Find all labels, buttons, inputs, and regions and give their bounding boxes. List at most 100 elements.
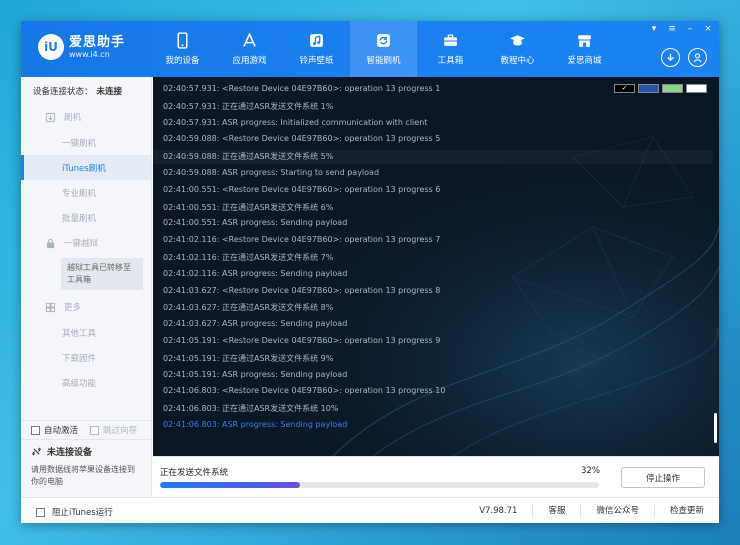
log-line: 02:40:59.088: 正在通过ASR发送文件系统 5% bbox=[163, 152, 334, 162]
flash-icon bbox=[377, 34, 390, 47]
color-swatches: ✓ bbox=[614, 84, 707, 93]
log-line: 02:40:57.931: ASR progress: Initialized … bbox=[163, 117, 428, 127]
log-pane: 02:40:57.931: <Restore Device 04E97B60>:… bbox=[153, 77, 719, 456]
settings-menu-button[interactable]: ≡ bbox=[667, 24, 677, 34]
swatch-white[interactable] bbox=[686, 84, 707, 93]
music-icon bbox=[310, 34, 323, 47]
check-update-link[interactable]: 检查更新 bbox=[653, 504, 719, 518]
log-line: 02:41:06.803: <Restore Device 04E97B60>:… bbox=[163, 386, 446, 396]
log-line: 02:40:57.931: 正在通过ASR发送文件系统 1% bbox=[163, 101, 334, 111]
app-name: 爱思助手 bbox=[69, 34, 126, 50]
minimize-button[interactable]: – bbox=[685, 24, 695, 34]
log-line: 02:41:02.116: ASR progress: Sending payl… bbox=[163, 268, 348, 278]
block-itunes-checkbox[interactable] bbox=[36, 507, 45, 517]
nav-label: 铃声壁纸 bbox=[299, 56, 334, 66]
sidebar-item-one-click-flash[interactable]: 一键刷机 bbox=[21, 130, 151, 155]
connection-status-value: 未连接 bbox=[96, 87, 123, 97]
log-line: 02:41:03.627: <Restore Device 04E97B60>:… bbox=[163, 285, 441, 295]
customer-service-link[interactable]: 客服 bbox=[532, 504, 580, 518]
connection-status-label: 设备连接状态： bbox=[33, 87, 93, 97]
log-line: 02:41:02.116: 正在通过ASR发送文件系统 7% bbox=[163, 253, 334, 262]
log-line: 02:40:57.931: <Restore Device 04E97B60>:… bbox=[163, 84, 441, 93]
skip-guide-label: 跳过向导 bbox=[103, 426, 138, 436]
log-line: 02:41:06.803: 正在通过ASR发送文件系统 10% bbox=[163, 404, 339, 414]
sidebar-item-pro-flash[interactable]: 专业刷机 bbox=[21, 180, 151, 205]
appstore-icon bbox=[243, 33, 256, 47]
log-line: 02:41:06.803: ASR progress: Sending payl… bbox=[163, 420, 348, 429]
device-status-title: 未连接设备 bbox=[47, 448, 93, 458]
top-header: iU 爱思助手 www.i4.cn 我的设备 应用游戏 铃声壁纸 智能刷机 工具… bbox=[21, 21, 719, 77]
main-nav: 我的设备 应用游戏 铃声壁纸 智能刷机 工具箱 教程中心 爱思商城 bbox=[149, 21, 618, 77]
sidebar-item-download-firmware[interactable]: 下载固件 bbox=[21, 345, 151, 370]
flash-section-icon bbox=[45, 112, 56, 122]
swatch-black[interactable]: ✓ bbox=[614, 84, 635, 93]
sidebar: 设备连接状态： 未连接 刷机 一键刷机 iTunes刷机 专业刷机 批量刷机 一键… bbox=[21, 77, 152, 497]
sidebar-item-advanced[interactable]: 高级功能 bbox=[21, 370, 151, 395]
block-itunes-label: 阻止iTunes运行 bbox=[52, 508, 113, 518]
log-line: 02:41:00.551: 正在通过ASR发送文件系统 6% bbox=[163, 202, 334, 212]
app-url: www.i4.cn bbox=[69, 49, 110, 59]
app-window: iU 爱思助手 www.i4.cn 我的设备 应用游戏 铃声壁纸 智能刷机 工具… bbox=[21, 21, 719, 523]
section-flash-label: 刷机 bbox=[64, 113, 82, 123]
device-info: 未连接设备 请用数据线将苹果设备连接到你的电脑 bbox=[21, 439, 152, 493]
sidebar-item-other-tools[interactable]: 其他工具 bbox=[21, 320, 151, 345]
sidebar-item-itunes-flash[interactable]: iTunes刷机 bbox=[21, 155, 151, 180]
toolbox-icon bbox=[444, 34, 457, 46]
download-icon bbox=[667, 53, 674, 62]
swatch-blue[interactable] bbox=[638, 84, 659, 93]
nav-ringtones[interactable]: 铃声壁纸 bbox=[283, 21, 350, 77]
progress-label: 正在发送文件系统 bbox=[160, 468, 229, 478]
skin-menu-button[interactable]: ▾ bbox=[649, 24, 659, 34]
stop-operation-button[interactable]: 停止操作 bbox=[621, 467, 705, 488]
download-button[interactable] bbox=[661, 48, 680, 67]
sidebar-item-label: iTunes刷机 bbox=[62, 163, 106, 174]
grid-icon bbox=[45, 302, 56, 312]
user-icon bbox=[693, 53, 702, 63]
wechat-link[interactable]: 微信公众号 bbox=[580, 504, 654, 518]
logo-mark-icon: iU bbox=[38, 34, 64, 60]
log-line: 02:40:59.088: <Restore Device 04E97B60>:… bbox=[163, 134, 441, 144]
section-flash: 刷机 bbox=[21, 104, 151, 130]
progress-area: 正在发送文件系统 32% 停止操作 bbox=[153, 456, 719, 497]
nav-label: 智能刷机 bbox=[366, 56, 401, 66]
app-logo: iU 爱思助手 www.i4.cn bbox=[38, 34, 125, 60]
nav-label: 应用游戏 bbox=[232, 56, 267, 66]
footer: 阻止iTunes运行 V7.98.71 客服 微信公众号 检查更新 bbox=[21, 497, 719, 523]
log-line: 02:41:05.191: 正在通过ASR发送文件系统 9% bbox=[163, 353, 334, 363]
account-button[interactable] bbox=[688, 48, 707, 67]
progress-bar-fill bbox=[160, 482, 301, 488]
sidebar-item-label: 一键刷机 bbox=[62, 138, 97, 149]
auto-activate-checkbox[interactable] bbox=[31, 425, 40, 435]
window-controls: ▾ ≡ – × bbox=[649, 24, 713, 34]
log-scrollbar[interactable] bbox=[714, 413, 717, 443]
nav-my-device[interactable]: 我的设备 bbox=[149, 21, 216, 77]
skip-guide-checkbox[interactable] bbox=[90, 425, 100, 435]
section-jailbreak-label: 一键越狱 bbox=[64, 239, 99, 249]
sidebar-item-label: 批量刷机 bbox=[62, 213, 97, 224]
nav-tutorials[interactable]: 教程中心 bbox=[484, 21, 551, 77]
log-line: 02:41:05.191: ASR progress: Sending payl… bbox=[163, 369, 348, 379]
connection-status: 设备连接状态： 未连接 bbox=[21, 77, 151, 104]
store-icon bbox=[578, 35, 591, 47]
graduation-icon bbox=[510, 35, 525, 46]
log-line: 02:41:03.627: 正在通过ASR发送文件系统 8% bbox=[163, 303, 334, 313]
nav-smart-flash[interactable]: 智能刷机 bbox=[350, 21, 417, 77]
log-line: 02:41:00.551: ASR progress: Sending payl… bbox=[163, 218, 348, 228]
sidebar-item-label: 专业刷机 bbox=[62, 188, 97, 199]
nav-label: 教程中心 bbox=[500, 56, 535, 66]
close-button[interactable]: × bbox=[703, 24, 713, 34]
nav-toolbox[interactable]: 工具箱 bbox=[417, 21, 484, 77]
sidebar-item-label: 其他工具 bbox=[62, 328, 97, 339]
log-line: 02:41:05.191: <Restore Device 04E97B60>:… bbox=[163, 336, 441, 345]
device-status-desc: 请用数据线将苹果设备连接到你的电脑 bbox=[31, 465, 135, 486]
progress-percent: 32% bbox=[581, 466, 600, 476]
section-more: 更多 bbox=[21, 294, 151, 320]
phone-icon bbox=[177, 32, 188, 49]
lock-icon bbox=[46, 238, 55, 248]
sidebar-item-label: 下载固件 bbox=[62, 353, 97, 364]
nav-store[interactable]: 爱思商城 bbox=[551, 21, 618, 77]
swatch-green[interactable] bbox=[662, 84, 683, 93]
nav-apps-games[interactable]: 应用游戏 bbox=[216, 21, 283, 77]
sidebar-item-batch-flash[interactable]: 批量刷机 bbox=[21, 205, 151, 230]
sidebar-item-label: 高级功能 bbox=[62, 378, 97, 389]
